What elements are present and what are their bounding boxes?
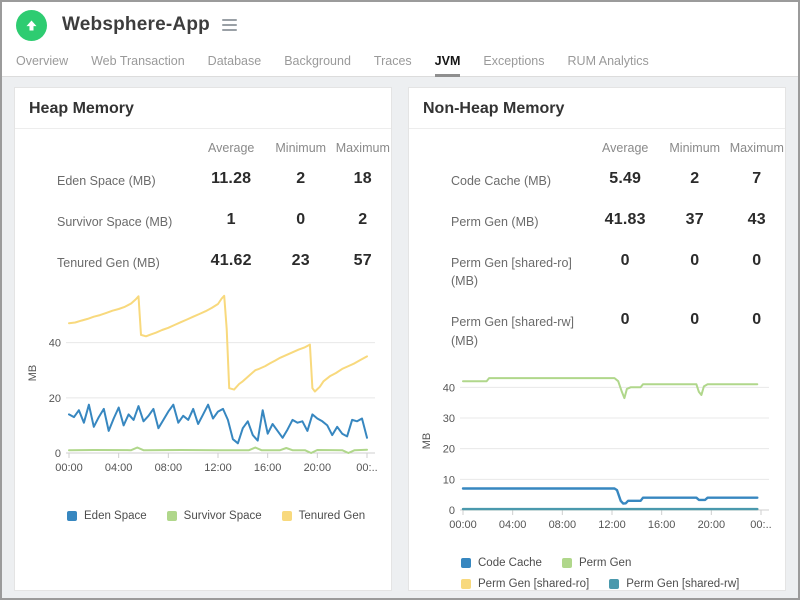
app-header: Websphere-App xyxy=(2,2,798,48)
svg-text:00:..: 00:.. xyxy=(356,462,377,474)
heap-memory-panel: Heap Memory Average Minimum Maximum Eden… xyxy=(14,87,392,591)
svg-text:12:00: 12:00 xyxy=(598,519,626,531)
table-row: Survivor Space (MB) 1 0 2 xyxy=(57,210,368,229)
svg-text:0: 0 xyxy=(55,448,61,460)
svg-text:20: 20 xyxy=(49,393,61,405)
svg-text:0: 0 xyxy=(449,505,455,517)
svg-text:16:00: 16:00 xyxy=(648,519,676,531)
table-header-row: Average Minimum Maximum xyxy=(15,135,391,161)
svg-text:08:00: 08:00 xyxy=(549,519,577,531)
tab-overview[interactable]: Overview xyxy=(16,48,68,76)
panel-title: Non-Heap Memory xyxy=(409,88,785,129)
table-row: Perm Gen [shared-ro] (MB) 0 0 0 xyxy=(451,251,762,289)
non-heap-memory-line-chart: 0 10 20 30 40 00:00 04:00 08:00 12:00 16:00 20:00 0… xyxy=(417,364,785,545)
svg-text:00:00: 00:00 xyxy=(449,519,477,531)
legend-item-perm-gen-shared-ro[interactable]: Perm Gen [shared-ro] xyxy=(461,578,589,590)
table-row: Eden Space (MB) 11.28 2 18 xyxy=(57,170,372,188)
table-row: Perm Gen (MB) 41.83 37 43 xyxy=(451,210,766,229)
svg-text:00:00: 00:00 xyxy=(55,462,83,474)
table-row: Perm Gen [shared-rw] (MB) 0 0 0 xyxy=(451,311,762,348)
non-heap-chart-legend: Code Cache Perm Gen Perm Gen [shared-ro]… xyxy=(409,557,785,591)
svg-text:04:00: 04:00 xyxy=(499,519,527,531)
non-heap-stats-table: Average Minimum Maximum Code Cache (MB) … xyxy=(409,135,785,362)
table-row: Code Cache (MB) 5.49 2 7 xyxy=(451,170,762,188)
heap-chart-legend: Eden Space Survivor Space Tenured Gen xyxy=(15,510,391,531)
svg-text:MB: MB xyxy=(27,365,39,382)
tab-exceptions[interactable]: Exceptions xyxy=(483,48,544,76)
page-title: Websphere-App xyxy=(62,14,210,35)
svg-text:08:00: 08:00 xyxy=(155,462,183,474)
tab-bar: Overview Web Transaction Database Backgr… xyxy=(2,48,798,77)
tab-background[interactable]: Background xyxy=(284,48,351,76)
svg-text:10: 10 xyxy=(443,474,455,486)
tab-web-transaction[interactable]: Web Transaction xyxy=(91,48,185,76)
app-window: Websphere-App Overview Web Transaction D… xyxy=(0,0,800,600)
eden-space-swatch-icon xyxy=(67,511,77,522)
col-header-minimum: Minimum xyxy=(275,141,327,155)
svg-text:40: 40 xyxy=(443,382,455,394)
col-header-maximum: Maximum xyxy=(729,141,784,155)
svg-text:20:00: 20:00 xyxy=(698,519,726,531)
app-status-up-icon xyxy=(16,9,47,41)
svg-text:20: 20 xyxy=(443,443,455,455)
legend-item-tenured-gen[interactable]: Tenured Gen xyxy=(281,510,365,522)
legend-item-perm-gen-shared-rw[interactable]: Perm Gen [shared-rw] xyxy=(609,578,739,590)
perm-gen-shared-rw-swatch-icon xyxy=(609,578,620,589)
col-header-average: Average xyxy=(208,141,255,155)
dashboard-content: Heap Memory Average Minimum Maximum Eden… xyxy=(2,77,798,591)
tenured-gen-swatch-icon xyxy=(281,511,292,522)
table-header-row: Average Minimum Maximum xyxy=(409,135,785,161)
col-header-minimum: Minimum xyxy=(669,141,721,155)
legend-item-code-cache[interactable]: Code Cache xyxy=(461,557,542,569)
heap-memory-line-chart: 0 20 40 00:00 04:00 08:00 12:00 16:00 20:00 00:..… xyxy=(23,285,391,496)
tab-traces[interactable]: Traces xyxy=(374,48,412,76)
svg-text:16:00: 16:00 xyxy=(254,462,282,474)
tab-rum-analytics[interactable]: RUM Analytics xyxy=(568,48,649,76)
legend-item-perm-gen[interactable]: Perm Gen xyxy=(561,557,631,569)
svg-text:MB: MB xyxy=(421,432,433,449)
perm-gen-shared-ro-swatch-icon xyxy=(461,578,471,589)
survivor-space-swatch-icon xyxy=(166,511,177,522)
heap-stats-table: Average Minimum Maximum Eden Space (MB) … xyxy=(15,135,391,283)
svg-text:40: 40 xyxy=(49,338,61,350)
svg-text:04:00: 04:00 xyxy=(105,462,133,474)
code-cache-swatch-icon xyxy=(461,557,471,568)
col-header-maximum: Maximum xyxy=(335,141,390,155)
table-row: Tenured Gen (MB) 41.62 23 57 xyxy=(57,251,372,270)
tab-jvm[interactable]: JVM xyxy=(434,48,461,77)
non-heap-memory-panel: Non-Heap Memory Average Minimum Maximum … xyxy=(408,87,786,591)
menu-icon[interactable] xyxy=(221,16,237,34)
legend-item-survivor-space[interactable]: Survivor Space xyxy=(166,510,262,522)
svg-text:00:..: 00:.. xyxy=(750,519,771,531)
col-header-average: Average xyxy=(602,141,649,155)
panel-title: Heap Memory xyxy=(15,88,391,129)
perm-gen-swatch-icon xyxy=(561,557,572,568)
svg-text:30: 30 xyxy=(443,413,455,425)
up-arrow-icon xyxy=(26,20,37,30)
tab-database[interactable]: Database xyxy=(208,48,262,76)
svg-text:20:00: 20:00 xyxy=(304,462,332,474)
legend-item-eden-space[interactable]: Eden Space xyxy=(67,510,147,522)
svg-text:12:00: 12:00 xyxy=(204,462,232,474)
